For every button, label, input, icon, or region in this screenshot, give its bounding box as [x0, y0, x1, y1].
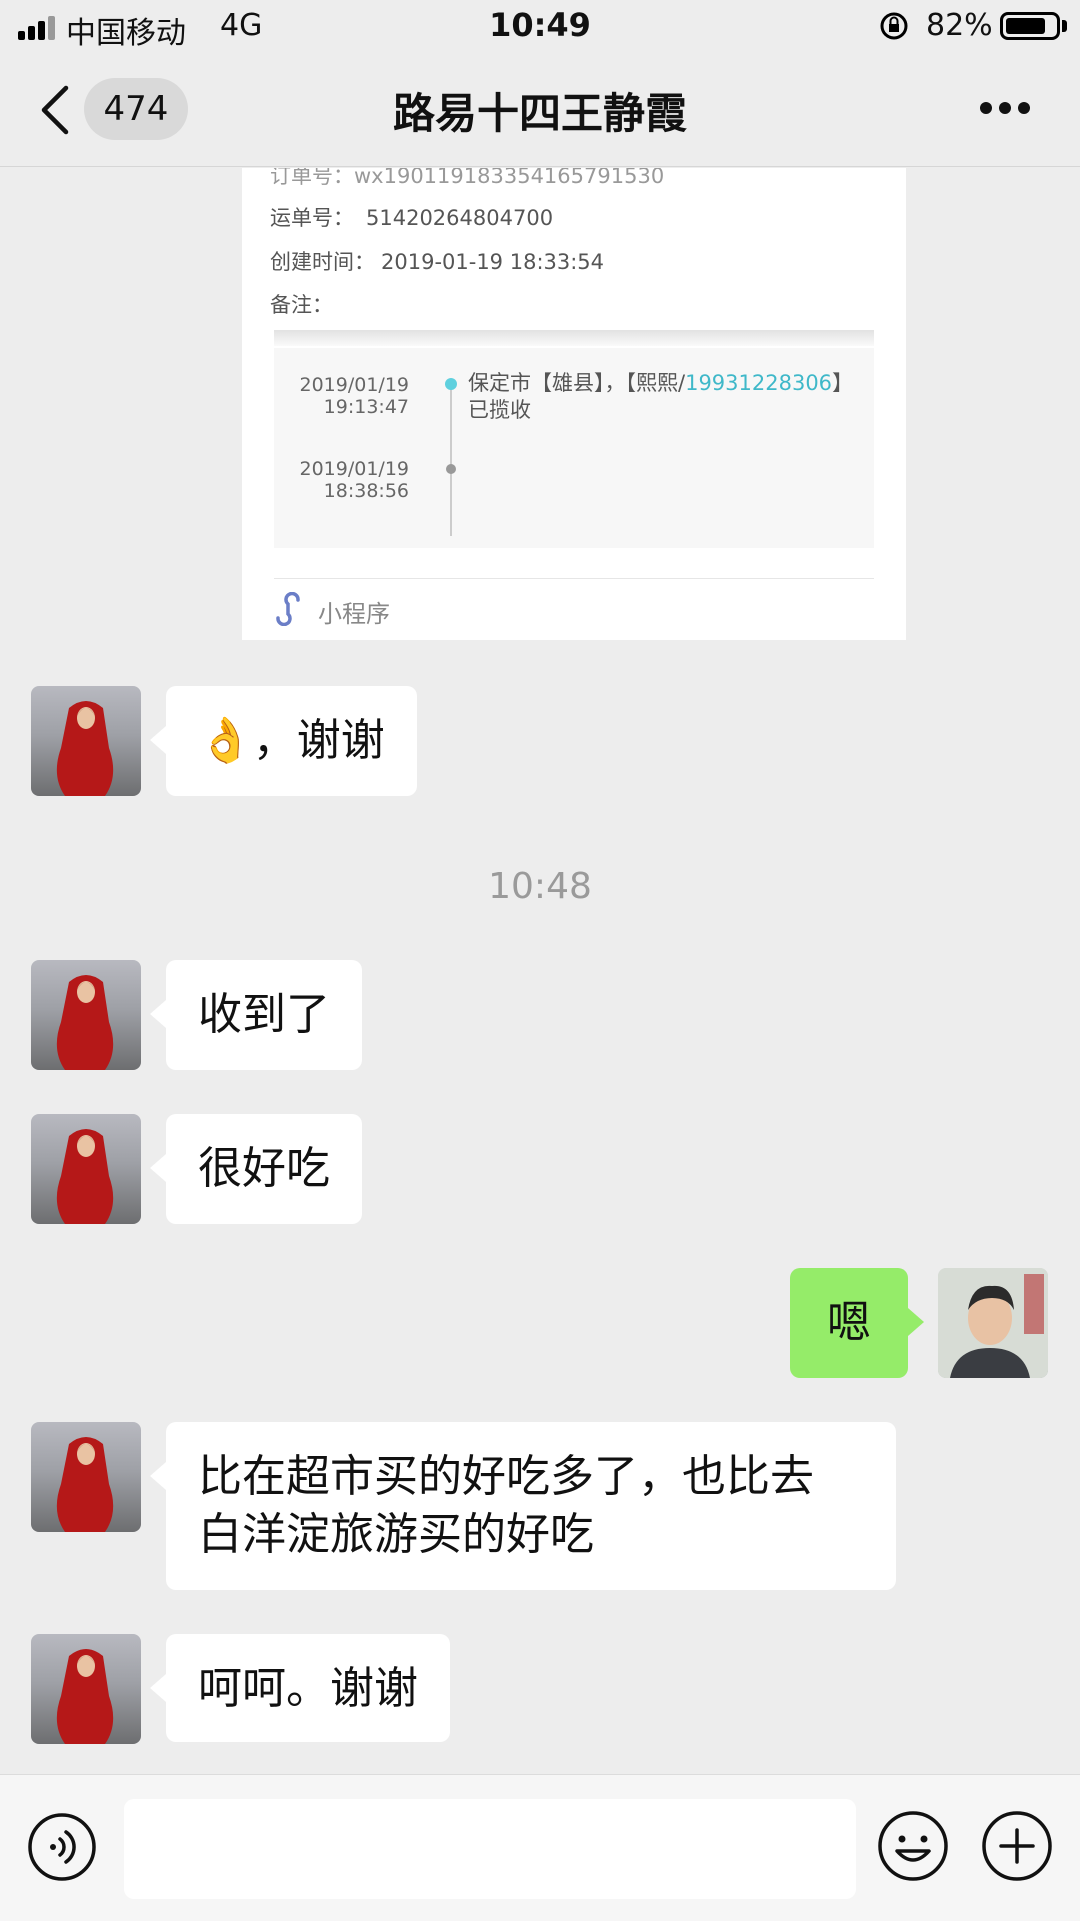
- created-label: 创建时间：: [270, 250, 375, 274]
- message-text: 呵呵。谢谢: [198, 1663, 418, 1714]
- created-time-row: 创建时间： 2019-01-19 18:33:54: [270, 246, 604, 276]
- ok-hand-emoji: 👌: [198, 715, 253, 766]
- timeline-dot: [446, 464, 456, 474]
- tracking-timeline: 2019/01/19 19:13:47 2019/01/19 18:38:56 …: [274, 348, 874, 548]
- message-bubble[interactable]: 很好吃: [150, 1114, 362, 1224]
- order-number-row: 订单号：wx190119183354165791530: [270, 168, 665, 188]
- contact-avatar[interactable]: [31, 686, 141, 796]
- contact-avatar[interactable]: [31, 1422, 141, 1532]
- remark-row: 备注：: [270, 293, 333, 317]
- timeline-dot-active: [445, 378, 457, 390]
- waybill-row: 运单号： 51420264804700: [270, 202, 553, 232]
- message-text: 嗯: [827, 1297, 871, 1348]
- created-time: 2019-01-19 18:33:54: [381, 250, 605, 274]
- battery-icon: [1000, 12, 1060, 40]
- rotation-lock-icon: [880, 12, 908, 40]
- mini-program-icon: [276, 592, 300, 626]
- message-bubble[interactable]: 👌，谢谢: [150, 686, 417, 796]
- message-bubble[interactable]: 收到了: [150, 960, 362, 1070]
- waybill-number: 51420264804700: [366, 206, 554, 230]
- tracking-bracket: 】: [832, 371, 854, 395]
- my-avatar[interactable]: [938, 1268, 1048, 1378]
- contact-avatar[interactable]: [31, 1114, 141, 1224]
- message-input[interactable]: [124, 1799, 856, 1899]
- message-text: ，谢谢: [252, 715, 385, 766]
- battery-tip: [1062, 20, 1067, 32]
- tracking-entry-1-datetime: 2019/01/19 19:13:47: [274, 374, 409, 418]
- message-bubble-outgoing[interactable]: 嗯: [790, 1268, 924, 1378]
- plus-icon[interactable]: [980, 1809, 1054, 1883]
- contact-avatar[interactable]: [31, 960, 141, 1070]
- battery-percent: 82%: [926, 8, 993, 43]
- voice-icon[interactable]: [26, 1811, 98, 1883]
- contact-avatar[interactable]: [31, 1634, 141, 1744]
- tracking-entry-2-datetime: 2019/01/19 18:38:56: [274, 458, 409, 502]
- tracking-status: 已揽收: [468, 398, 531, 422]
- man-portrait-icon: [938, 1268, 1048, 1378]
- tracking-entry-1-time: 19:13:47: [323, 396, 409, 418]
- message-text: 收到了: [198, 989, 330, 1040]
- message-text-line: 比在超市买的好吃多了，也比去: [198, 1451, 814, 1502]
- status-bar: 中国移动 4G 10:49 82%: [0, 0, 1080, 56]
- courier-phone-link[interactable]: 19931228306: [685, 371, 832, 395]
- status-time: 10:49: [489, 6, 591, 44]
- message-bubble[interactable]: 呵呵。谢谢: [150, 1634, 450, 1742]
- tracking-entry-2-time: 18:38:56: [323, 480, 409, 502]
- chat-timestamp: 10:48: [488, 866, 592, 907]
- red-cloak-figure-icon: [56, 1649, 114, 1744]
- waybill-label: 运单号：: [270, 206, 354, 230]
- red-cloak-figure-icon: [56, 975, 114, 1070]
- red-cloak-figure-icon: [56, 701, 114, 796]
- timeline-line: [450, 384, 452, 536]
- tracking-entry-2-date: 2019/01/19: [299, 458, 409, 480]
- chat-title: 路易十四王静霞: [392, 89, 687, 138]
- mini-program-label: 小程序: [318, 600, 390, 628]
- tracking-entry-1-date: 2019/01/19: [299, 374, 409, 396]
- tracking-location: 保定市【雄县】，【熙熙/: [468, 371, 686, 395]
- red-cloak-figure-icon: [56, 1129, 114, 1224]
- tracking-entry-1-text: 保定市【雄县】，【熙熙/19931228306】 已揽收: [468, 370, 853, 424]
- card-divider: [274, 330, 874, 346]
- red-cloak-figure-icon: [56, 1437, 114, 1532]
- input-bar: [0, 1774, 1080, 1921]
- emoji-icon[interactable]: [876, 1809, 950, 1883]
- message-text-line: 白洋淀旅游买的好吃: [198, 1509, 594, 1560]
- chat-header: 474 路易十四王静霞: [0, 56, 1080, 167]
- message-text: 很好吃: [198, 1143, 330, 1194]
- mini-program-card[interactable]: 订单号：wx190119183354165791530 运单号： 51420264…: [242, 168, 906, 640]
- more-options-icon[interactable]: [980, 102, 1030, 116]
- card-footer-divider: [274, 578, 874, 579]
- message-bubble[interactable]: 比在超市买的好吃多了，也比去 白洋淀旅游买的好吃: [150, 1422, 896, 1590]
